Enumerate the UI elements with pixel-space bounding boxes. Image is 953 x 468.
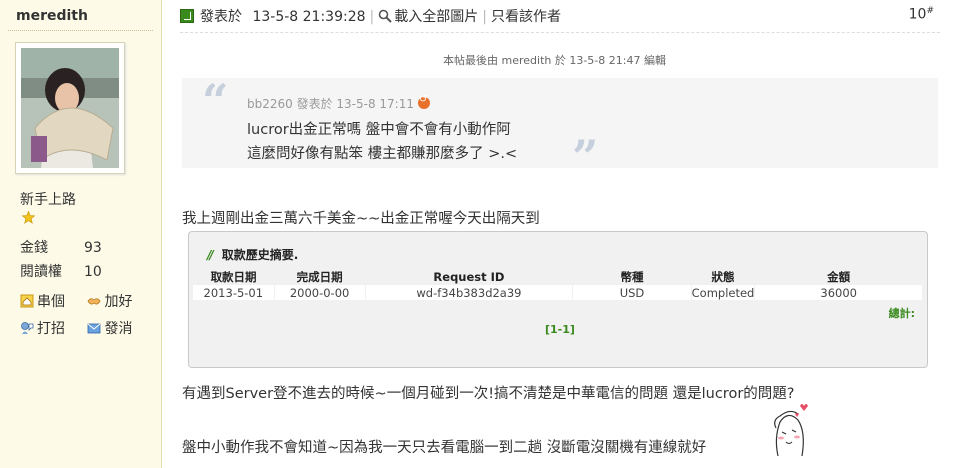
column-header: 幣種 [620, 269, 644, 284]
user-rank: 新手上路 [20, 192, 76, 208]
post-paragraph: 我上週剛出金三萬六千美金~~出金正常喔今天出隔天到 [182, 211, 540, 227]
action-row: 打招 發消 [20, 318, 150, 338]
post-header: 發表於 13-5-8 21:39:28 | 載入全部圖片 | 只看該作者 10# [180, 6, 940, 28]
avatar[interactable] [21, 48, 119, 168]
star-icon [22, 211, 35, 224]
post-paragraph: 有遇到Server登不進去的時候~一個月碰到一次!搞不清楚是中華電信的問題 還是… [182, 386, 795, 402]
table-cell: Completed [691, 285, 756, 300]
withdrawal-table: 取款日期 完成日期 Request ID 幣種 狀態 金額 2013-5-01 … [193, 268, 923, 300]
quote-block: “ bb2260 發表於 13-5-8 17:11 lucror出金正常嗎 盤中… [182, 74, 938, 180]
action-label: 串個 [37, 294, 65, 310]
quote-line: lucror出金正常嗎 盤中會不會有小動作阿 [247, 122, 511, 138]
handshake-icon [87, 298, 101, 305]
floor-mark: # [926, 6, 934, 16]
floor-value: 10 [908, 6, 927, 23]
action-label: 加好 [104, 294, 133, 310]
table-row: 2013-5-01 2000-0-00 wd-f34b383d2a39 USD … [193, 285, 923, 300]
table-header-row: 取款日期 完成日期 Request ID 幣種 狀態 金額 [193, 268, 923, 285]
visit-home-button[interactable]: 串個 [20, 291, 83, 311]
column-header: 狀態 [711, 269, 735, 284]
withdrawal-history-panel: // 取款歷史摘要. 取款日期 完成日期 Request ID 幣種 狀態 金額 … [188, 231, 928, 368]
column-header: 金額 [827, 269, 851, 284]
column-header: 取款日期 [210, 269, 257, 284]
load-all-images-link[interactable]: 載入全部圖片 [394, 9, 478, 25]
column-header: 完成日期 [296, 269, 343, 284]
edit-note: 本帖最後由 meredith 於 13-5-8 21:47 編輯 [443, 54, 666, 67]
author-name[interactable]: meredith [16, 8, 88, 24]
separator: | [482, 9, 487, 25]
table-cell: 36000 [754, 285, 923, 300]
table-cell: 2000-0-00 [274, 285, 366, 300]
add-friend-button[interactable]: 加好 [87, 291, 150, 311]
action-row: 串個 加好 [20, 291, 150, 311]
stat-label: 金錢 [20, 240, 48, 256]
total-label: 總計: [888, 307, 915, 320]
emoticon-sticker [774, 404, 808, 457]
posted-prefix: 發表於 [200, 9, 242, 25]
jump-to-post-icon[interactable] [418, 94, 430, 109]
only-author-link[interactable]: 只看該作者 [491, 9, 561, 25]
stat-value: 93 [84, 240, 102, 256]
posted-time: 13-5-8 21:39:28 [252, 9, 366, 25]
search-icon [378, 9, 392, 23]
post-paragraph: 盤中小動作我不會知道~因為我一天只去看電腦一到二趟 沒斷電沒關機有連線就好 [182, 440, 707, 456]
floor-number[interactable]: 10# [909, 6, 934, 23]
close-quote-icon: ” [572, 130, 599, 184]
table-cell: 2013-5-01 [193, 285, 275, 300]
action-label: 打招 [37, 321, 65, 337]
quote-meta-text: bb2260 發表於 13-5-8 17:11 [247, 97, 414, 111]
separator: | [369, 9, 375, 25]
action-label: 發消 [104, 321, 133, 337]
table-cell: USD [572, 285, 692, 300]
stat-value: 10 [84, 264, 102, 280]
stat-row-money: 金錢 93 [20, 237, 102, 257]
send-message-button[interactable]: 發消 [87, 318, 150, 338]
stat-label: 閱讀權 [20, 264, 62, 280]
author-sidebar: meredith 新手上路 金錢 93 閱讀權 10 串個 加好 打招 發消 [0, 0, 162, 468]
divider [8, 30, 153, 31]
post-icon [180, 9, 194, 23]
title-marker-icon: // [207, 248, 214, 262]
greet-icon [21, 322, 34, 334]
divider [180, 32, 940, 33]
quote-meta: bb2260 發表於 13-5-8 17:11 [247, 94, 430, 112]
open-quote-icon: “ [202, 74, 229, 128]
say-hello-button[interactable]: 打招 [20, 318, 83, 338]
table-cell: wd-f34b383d2a39 [365, 285, 574, 300]
quote-line: 這麼問好像有點笨 樓主都賺那麼多了 >.< [247, 146, 518, 162]
withdrawal-title: // 取款歷史摘要. [207, 246, 298, 263]
withdrawal-title-text: 取款歷史摘要. [221, 248, 299, 262]
home-icon [20, 294, 34, 308]
stat-row-read-permission: 閱讀權 10 [20, 261, 102, 281]
pagination-link[interactable]: [1-1] [545, 323, 575, 336]
column-header: Request ID [433, 269, 505, 284]
envelope-icon [88, 323, 101, 334]
avatar-frame[interactable] [15, 42, 125, 174]
